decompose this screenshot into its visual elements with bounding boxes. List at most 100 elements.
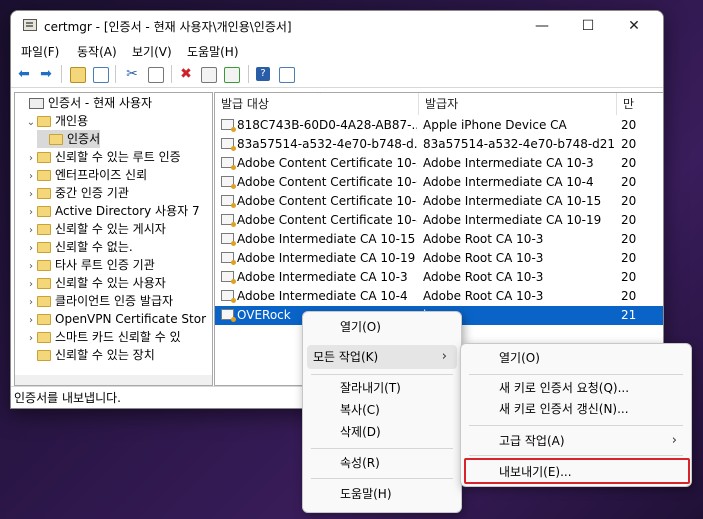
close-button[interactable]: ✕ — [611, 11, 657, 41]
cell-exp: 20 — [621, 213, 637, 227]
submenu-item-advanced-tasks[interactable]: 고급 작업(A) › — [465, 429, 687, 453]
tree-node[interactable]: 신뢰할 수 있는 장치 — [25, 346, 155, 364]
menu-file[interactable]: 파일(F) — [21, 43, 59, 60]
cut-icon[interactable]: ✂ — [123, 65, 141, 83]
export-list-icon[interactable] — [224, 67, 240, 83]
properties-icon[interactable] — [201, 67, 217, 83]
cell-issued-to: Adobe Content Certificate 10-5 — [237, 156, 417, 170]
certificate-icon — [221, 195, 236, 208]
tree-node-label: 인증서 — [67, 132, 101, 146]
menu-item-open[interactable]: 열기(O) — [307, 315, 457, 339]
menu-action[interactable]: 동작(A) — [77, 43, 117, 60]
tree-node[interactable]: 인증서 — [37, 130, 101, 148]
table-row[interactable]: Adobe Intermediate CA 10-4 Adobe Root CA … — [215, 287, 663, 306]
menu-item-cut[interactable]: 잘라내기(T) — [307, 376, 457, 400]
console-view-icon[interactable] — [279, 67, 295, 83]
cell-issued-to: Adobe Intermediate CA 10-15 — [237, 232, 416, 246]
cell-issued-to: Adobe Content Certificate 10-6 — [237, 175, 417, 189]
tree-node[interactable]: › 신뢰할 수 있는 게시자 — [25, 220, 166, 238]
show-hide-tree-icon[interactable] — [93, 67, 109, 83]
column-header-expiration[interactable]: 만 — [617, 93, 663, 115]
submenu-item-renew-new-key[interactable]: 새 키로 인증서 갱신(N)... — [465, 397, 687, 421]
minimize-button[interactable]: — — [519, 11, 565, 41]
tree-node-label: 인증서 - 현재 사용자 — [48, 96, 153, 110]
tree-horizontal-scrollbar[interactable] — [15, 375, 212, 385]
table-row[interactable]: Adobe Intermediate CA 10-3 Adobe Root CA … — [215, 268, 663, 287]
menu-item-label: 복사(C) — [340, 403, 380, 417]
cell-issued-by: Adobe Root CA 10-3 — [423, 270, 544, 284]
tree-node[interactable]: › 중간 인증 기관 — [25, 184, 129, 202]
toolbar-separator — [171, 65, 172, 83]
table-row[interactable]: Adobe Content Certificate 10-5 Adobe Inte… — [215, 154, 663, 173]
tree-node[interactable]: › 엔터프라이즈 신뢰 — [25, 166, 147, 184]
folder-icon — [37, 314, 51, 325]
tree-node-label: OpenVPN Certificate Stor — [55, 312, 207, 326]
title-bar[interactable]: certmgr - [인증서 - 현재 사용자\개인용\인증서] — ☐ ✕ — [11, 11, 663, 41]
folder-icon — [37, 242, 51, 253]
tree-node[interactable]: › 신뢰할 수 있는 사용자 — [25, 274, 166, 292]
certificate-icon — [221, 309, 236, 322]
cell-issued-to: Adobe Intermediate CA 10-4 — [237, 289, 408, 303]
menu-item-label: 열기(O) — [340, 320, 381, 334]
certificate-icon — [221, 233, 236, 246]
menu-item-help[interactable]: 도움말(H) — [307, 482, 457, 506]
table-row[interactable]: Adobe Content Certificate 10-8 Adobe Inte… — [215, 211, 663, 230]
cell-issued-by: Adobe Intermediate CA 10-4 — [423, 175, 594, 189]
tree-node[interactable]: › 스마트 카드 신뢰할 수 있 — [25, 328, 181, 346]
tree-node[interactable]: 인증서 - 현재 사용자 — [17, 94, 152, 112]
table-row[interactable]: 83a57514-a532-4e70-b748-d... 83a57514-a53… — [215, 135, 663, 154]
tree-node[interactable]: › 타사 루트 인증 기관 — [25, 256, 155, 274]
copy-icon[interactable] — [148, 67, 164, 83]
column-header-issued-to[interactable]: 발급 대상 ⌃ — [215, 93, 419, 115]
toolbar-separator — [61, 65, 62, 83]
submenu-chevron-icon: › — [671, 433, 677, 448]
cell-exp: 20 — [621, 251, 637, 265]
cell-exp: 20 — [621, 270, 637, 284]
table-row[interactable]: Adobe Intermediate CA 10-15 Adobe Root CA… — [215, 230, 663, 249]
menu-item-label: 열기(O) — [499, 351, 540, 365]
back-arrow-icon[interactable]: ⬅ — [15, 65, 33, 83]
tree-node-label: 신뢰할 수 있는 루트 인증 — [55, 150, 181, 164]
menu-item-label: 내보내기(E)... — [499, 465, 572, 479]
menu-item-properties[interactable]: 속성(R) — [307, 451, 457, 475]
tree-node[interactable]: › OpenVPN Certificate Stor — [25, 310, 206, 328]
certificate-icon — [221, 290, 236, 303]
cell-issued-to: 83a57514-a532-4e70-b748-d... — [237, 137, 417, 151]
tree-node-label: 신뢰할 수 없는. — [55, 240, 133, 254]
up-folder-icon[interactable] — [70, 67, 86, 83]
menu-help[interactable]: 도움말(H) — [187, 43, 239, 60]
cell-issued-to: Adobe Content Certificate 10-8 — [237, 213, 417, 227]
table-row[interactable]: Adobe Content Certificate 10-7 Adobe Inte… — [215, 192, 663, 211]
certificate-icon — [221, 119, 236, 132]
tree-node-label: 타사 루트 인증 기관 — [55, 258, 155, 272]
tree-node[interactable]: › 신뢰할 수 없는. — [25, 238, 133, 256]
column-header-issued-by[interactable]: 발급자 — [419, 93, 617, 115]
certmgr-app-icon — [23, 19, 37, 31]
table-row[interactable]: 818C743B-60D0-4A28-AB87-... Apple iPhone … — [215, 116, 663, 135]
delete-icon[interactable]: ✖ — [177, 65, 195, 83]
cell-issued-by: 83a57514-a532-4e70-b748-d21... — [423, 137, 615, 151]
tree-node-label: 스마트 카드 신뢰할 수 있 — [55, 330, 181, 344]
submenu-item-open[interactable]: 열기(O) — [465, 346, 687, 370]
menu-item-all-tasks[interactable]: 모든 작업(K) › — [307, 345, 457, 369]
menu-separator — [469, 455, 683, 456]
menu-item-copy[interactable]: 복사(C) — [307, 398, 457, 422]
menu-item-delete[interactable]: 삭제(D) — [307, 420, 457, 444]
tree-node[interactable]: › 신뢰할 수 있는 루트 인증 — [25, 148, 181, 166]
cell-exp: 20 — [621, 118, 637, 132]
expanded-chevron-icon[interactable]: ⌄ — [25, 114, 37, 132]
column-header-issued-by-label: 발급자 — [425, 97, 459, 111]
menu-view[interactable]: 보기(V) — [132, 43, 172, 60]
tree-node[interactable]: › Active Directory 사용자 7 — [25, 202, 200, 220]
tree-node[interactable]: ⌄ 개인용 — [25, 112, 88, 130]
menu-separator — [311, 374, 453, 375]
table-row[interactable]: Adobe Content Certificate 10-6 Adobe Inte… — [215, 173, 663, 192]
help-icon[interactable]: ? — [256, 67, 270, 81]
tree-node[interactable]: › 클라이언트 인증 발급자 — [25, 292, 173, 310]
submenu-item-export[interactable]: 내보내기(E)... — [464, 458, 690, 484]
menu-separator — [311, 478, 453, 479]
maximize-button[interactable]: ☐ — [565, 11, 611, 41]
forward-arrow-icon[interactable]: ➡ — [37, 65, 55, 83]
cell-exp: 21 — [621, 308, 637, 322]
table-row[interactable]: Adobe Intermediate CA 10-19 Adobe Root CA… — [215, 249, 663, 268]
